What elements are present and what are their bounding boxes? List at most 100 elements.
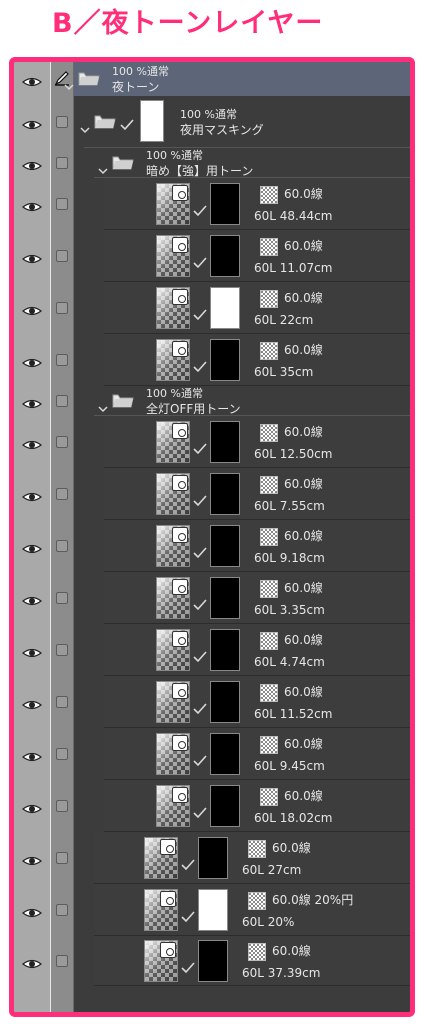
mask-link-icon [172,683,188,699]
layer-row[interactable]: 60.0線 60L 4.74cm [14,624,410,676]
eye-icon[interactable] [22,157,42,171]
layer-thumbnail [156,339,190,381]
layer-row[interactable]: 60.0線 60L 9.18cm [14,520,410,572]
tone-size-label: 60L 7.55cm [254,499,325,513]
layer-row[interactable]: 60.0線 20%円 60L 20% [14,884,410,936]
tone-line-label: 60.0線 [284,239,323,253]
eye-icon[interactable] [22,696,42,710]
chevron-down-icon[interactable] [80,119,90,134]
eye-icon[interactable] [22,748,42,762]
checkbox-icon[interactable] [56,852,68,864]
checkbox-icon[interactable] [56,748,68,760]
layer-row[interactable]: 60.0線 60L 27cm [14,832,410,884]
chevron-down-icon[interactable] [64,76,74,91]
layer-row[interactable]: 100 %通常 暗め【強】用トーン [14,148,410,178]
layer-row[interactable]: 60.0線 60L 7.55cm [14,468,410,520]
checkbox-icon[interactable] [56,436,68,448]
layer-row[interactable]: 60.0線 60L 22cm [14,282,410,334]
checkbox-icon[interactable] [56,488,68,500]
checkbox-icon[interactable] [56,904,68,916]
page-title: B／夜トーンレイヤー [52,8,324,39]
mask-link-icon [160,891,176,907]
checkbox-icon[interactable] [56,395,68,407]
checkbox-icon[interactable] [56,696,68,708]
checkbox-icon[interactable] [56,157,68,169]
checkbox-icon[interactable] [56,198,68,210]
tone-line-label: 60.0線 [284,529,323,543]
eye-icon[interactable] [22,116,42,130]
checkbox-icon[interactable] [56,116,68,128]
layer-row[interactable]: 100 %通常 夜用マスキング [14,96,410,148]
tone-line-label: 60.0線 [284,425,323,439]
chevron-down-icon[interactable] [98,160,108,175]
checkbox-icon[interactable] [56,354,68,366]
check-icon [193,544,207,559]
eye-icon[interactable] [22,302,42,316]
eye-icon[interactable] [22,904,42,918]
mask-link-icon [160,942,176,958]
layer-row[interactable]: 100 %通常 全灯OFF用トーン [14,386,410,416]
layer-row[interactable]: 60.0線 60L 18.02cm [14,780,410,832]
mask-link-icon [172,423,188,439]
eye-icon[interactable] [22,644,42,658]
layer-name: 夜用マスキング [180,123,264,137]
layer-thumbnail [156,525,190,567]
layer-row[interactable]: 60.0線 60L 9.45cm [14,728,410,780]
tone-size-label: 60L 3.35cm [254,603,325,617]
eye-icon[interactable] [22,852,42,866]
mask-thumbnail [210,733,240,775]
eye-icon[interactable] [22,488,42,502]
eye-icon[interactable] [22,592,42,606]
eye-icon[interactable] [22,73,42,87]
checkbox-icon[interactable] [56,250,68,262]
layer-blend-label: 100 %通常 [146,387,203,400]
eye-icon[interactable] [22,540,42,554]
checkbox-icon[interactable] [56,644,68,656]
mask-thumbnail [210,525,240,567]
tone-size-label: 60L 35cm [254,365,314,379]
check-icon [193,254,207,269]
layer-name: 夜トーン [112,80,160,94]
layer-row[interactable]: 60.0線 60L 35cm [14,334,410,386]
layer-row[interactable]: 60.0線 60L 37.39cm [14,936,410,986]
tone-line-label: 60.0線 [284,581,323,595]
layer-thumbnail [156,681,190,723]
checker-tone-icon [260,580,278,598]
layer-row[interactable]: 60.0線 60L 11.07cm [14,230,410,282]
mask-thumbnail [210,183,240,225]
checkbox-icon[interactable] [56,955,68,967]
layer-thumbnail [144,837,178,879]
layer-row[interactable]: 60.0線 60L 12.50cm [14,416,410,468]
layer-blend-label: 100 %通常 [112,65,169,78]
tone-line-label: 60.0線 [284,291,323,305]
checkbox-icon[interactable] [56,800,68,812]
eye-icon[interactable] [22,250,42,264]
folder-icon [112,154,134,170]
check-icon [193,202,207,217]
eye-icon[interactable] [22,436,42,450]
eye-icon[interactable] [22,955,42,969]
checkbox-icon[interactable] [56,302,68,314]
check-icon [193,648,207,663]
layer-row[interactable]: 60.0線 60L 3.35cm [14,572,410,624]
checker-tone-icon [260,238,278,256]
layer-name: 暗め【強】用トーン [146,164,254,178]
tone-line-label: 60.0線 [284,477,323,491]
checkbox-icon[interactable] [56,592,68,604]
tone-line-label: 60.0線 [284,789,323,803]
eye-icon[interactable] [22,198,42,212]
eye-icon[interactable] [22,354,42,368]
tone-line-label: 60.0線 [284,633,323,647]
check-icon [193,804,207,819]
eye-icon[interactable] [22,800,42,814]
tone-size-label: 60L 20% [242,915,295,929]
chevron-down-icon[interactable] [98,398,108,413]
layer-row[interactable]: 60.0線 60L 48.44cm [14,178,410,230]
layer-row[interactable]: 60.0線 60L 11.52cm [14,676,410,728]
mask-link-icon [172,185,188,201]
layer-row[interactable]: 100 %通常 夜トーン [14,62,410,96]
checkbox-icon[interactable] [56,540,68,552]
checker-tone-icon [260,788,278,806]
mask-thumbnail [210,421,240,463]
eye-icon[interactable] [22,395,42,409]
